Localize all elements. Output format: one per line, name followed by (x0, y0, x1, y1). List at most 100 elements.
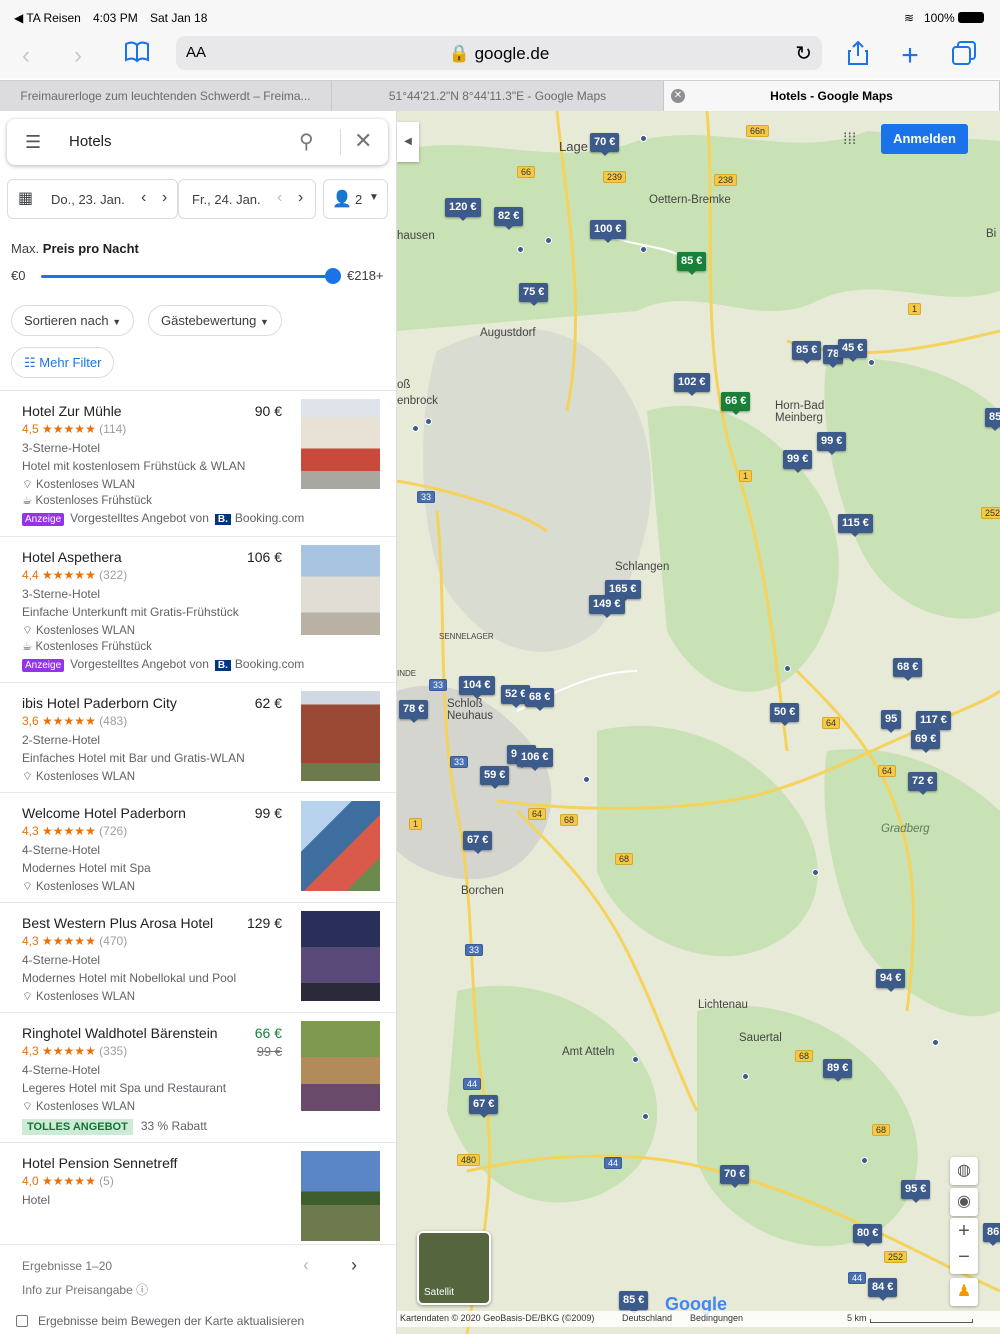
hotel-card[interactable]: Welcome Hotel Paderborn 99 € 4,3 ★★★★★ (… (0, 792, 396, 902)
map-marker-dot[interactable] (932, 1039, 939, 1046)
hotel-name[interactable]: Hotel Aspethera (22, 549, 122, 565)
collapse-panel-button[interactable]: ◀ (397, 122, 419, 162)
my-location-icon[interactable]: ◉ (950, 1188, 978, 1216)
hotel-name[interactable]: Ringhotel Waldhotel Bärenstein (22, 1025, 218, 1041)
close-icon[interactable]: ✕ (354, 128, 372, 154)
tabs-overview-icon[interactable] (948, 40, 980, 72)
map[interactable]: ◀ ⁞⁞⁞ Anmelden Lage Oettern-Bremke Augus… (397, 111, 1000, 1334)
price-pin[interactable]: 95 (881, 710, 902, 733)
price-pin[interactable]: 78 € (399, 700, 429, 723)
hotel-card[interactable]: ibis Hotel Paderborn City 62 € 3,6 ★★★★★… (0, 682, 396, 792)
zoom-in-button[interactable]: + (950, 1218, 978, 1244)
price-pin[interactable]: 82 € (494, 207, 524, 230)
price-pin[interactable]: 68 € (525, 688, 555, 711)
map-marker-dot[interactable] (812, 869, 819, 876)
price-pin[interactable]: 69 € (911, 730, 941, 753)
hotel-card[interactable]: Best Western Plus Arosa Hotel 129 € 4,3 … (0, 902, 396, 1012)
tab-coordinates[interactable]: 51°44'21.2"N 8°44'11.3"E - Google Maps (332, 81, 664, 111)
hotel-photo[interactable] (301, 691, 380, 781)
map-marker-dot[interactable] (412, 425, 419, 432)
price-pin[interactable]: 149 € (589, 595, 625, 618)
search-box[interactable]: ☰ Hotels ⚲ ✕ (7, 119, 388, 165)
chevron-right-icon[interactable]: › (162, 189, 167, 207)
price-pin[interactable]: 68 € (893, 658, 923, 681)
back-to-app[interactable]: ◀ TA Reisen (14, 11, 81, 25)
hotel-card[interactable]: Hotel Zur Mühle 90 € 4,5 ★★★★★ (114) 3-S… (0, 390, 396, 536)
hotel-card[interactable]: Ringhotel Waldhotel Bärenstein 66 € 99 €… (0, 1012, 396, 1142)
satellite-toggle[interactable]: Satellit (417, 1231, 491, 1305)
price-pin[interactable]: 95 € (901, 1180, 931, 1203)
map-marker-dot[interactable] (640, 246, 647, 253)
more-filters-chip[interactable]: ☷ Mehr Filter (11, 347, 115, 378)
sort-chip[interactable]: Sortieren nach ▼ (11, 305, 135, 336)
price-pin[interactable]: 84 € (868, 1278, 898, 1301)
price-pin[interactable]: 80 € (853, 1224, 883, 1247)
map-marker-dot[interactable] (640, 135, 647, 142)
price-pin[interactable]: 85 € (619, 1291, 649, 1314)
price-pin[interactable]: 85 € (677, 252, 707, 275)
hotel-card[interactable]: Hotel Pension Sennetreff 4,0 ★★★★★ (5) H… (0, 1142, 396, 1244)
search-input[interactable]: Hotels (69, 133, 112, 150)
reload-icon[interactable]: ↻ (795, 41, 812, 66)
price-pin[interactable]: 66 € (721, 392, 751, 415)
sign-in-button[interactable]: Anmelden (881, 124, 968, 154)
new-tab-icon[interactable]: + (894, 40, 926, 72)
tab-freimaurerloge[interactable]: Freimaurerloge zum leuchtenden Schwerdt … (0, 81, 332, 111)
search-icon[interactable]: ⚲ (299, 129, 314, 154)
hotel-name[interactable]: Welcome Hotel Paderborn (22, 805, 186, 821)
price-pin[interactable]: 99 € (817, 432, 847, 455)
hotel-photo[interactable] (301, 911, 380, 1001)
hotel-photo[interactable] (301, 1151, 380, 1241)
hotel-name[interactable]: ibis Hotel Paderborn City (22, 695, 177, 711)
checkin-date[interactable]: ▦ Do., 23. Jan. ‹ › (7, 179, 178, 219)
price-pin[interactable]: 104 € (459, 676, 495, 699)
url-text[interactable]: 🔒 google.de (176, 44, 822, 64)
map-marker-dot[interactable] (784, 665, 791, 672)
checkout-date[interactable]: Fr., 24. Jan. ‹ › (178, 179, 316, 219)
map-marker-dot[interactable] (742, 1073, 749, 1080)
price-pin[interactable]: 70 € (720, 1165, 750, 1188)
map-marker-dot[interactable] (861, 1157, 868, 1164)
hotel-photo[interactable] (301, 801, 380, 891)
price-pin[interactable]: 100 € (590, 220, 626, 243)
map-marker-dot[interactable] (642, 1113, 649, 1120)
price-pin[interactable]: 115 € (838, 514, 873, 537)
chevron-right-icon[interactable]: › (351, 1255, 357, 1276)
hotel-card[interactable]: Hotel Aspethera 106 € 4,4 ★★★★★ (322) 3-… (0, 536, 396, 682)
hotel-photo[interactable] (301, 1021, 380, 1111)
price-pin[interactable]: 94 € (876, 969, 906, 992)
zoom-out-button[interactable]: − (950, 1244, 978, 1270)
map-marker-dot[interactable] (425, 418, 432, 425)
hotel-photo[interactable] (301, 399, 380, 489)
map-marker-dot[interactable] (583, 776, 590, 783)
apps-grid-icon[interactable]: ⁞⁞⁞ (843, 131, 856, 149)
terms-link[interactable]: Bedingungen (690, 1313, 743, 1323)
globe-icon[interactable]: ◍ (950, 1157, 978, 1185)
ad-line[interactable]: Anzeige Vorgestelltes Angebot von B. Bookin… (22, 657, 304, 672)
price-pin[interactable]: 72 € (908, 772, 938, 795)
menu-icon[interactable]: ☰ (25, 132, 41, 153)
guests-selector[interactable]: 👤 2 ▼ (323, 179, 388, 219)
pegman-icon[interactable]: ♟ (950, 1278, 978, 1306)
map-marker-dot[interactable] (868, 359, 875, 366)
chevron-right-icon[interactable]: › (298, 189, 303, 207)
price-pin[interactable]: 106 € (517, 748, 553, 771)
chevron-left-icon[interactable]: ‹ (141, 189, 146, 207)
rating-chip[interactable]: Gästebewertung ▼ (148, 305, 282, 336)
price-pin[interactable]: 86 (983, 1223, 1000, 1246)
price-pin[interactable]: 70 € (590, 133, 620, 156)
address-bar[interactable]: AA 🔒 google.de ↻ (176, 36, 822, 70)
hotel-name[interactable]: Hotel Pension Sennetreff (22, 1155, 177, 1171)
map-marker-dot[interactable] (517, 246, 524, 253)
tab-hotels[interactable]: Hotels - Google Maps (664, 81, 1000, 111)
price-pin[interactable]: 75 € (519, 283, 549, 306)
price-pin[interactable]: 50 € (770, 703, 800, 726)
price-info-link[interactable]: Info zur Preisangabe ⓘ (22, 1281, 148, 1298)
map-marker-dot[interactable] (545, 237, 552, 244)
price-pin[interactable]: 89 € (823, 1059, 853, 1082)
price-slider-thumb[interactable] (325, 268, 341, 284)
ad-line[interactable]: Anzeige Vorgestelltes Angebot von B. Bookin… (22, 511, 304, 526)
back-icon[interactable]: ‹ (10, 40, 42, 72)
hotel-photo[interactable] (301, 545, 380, 635)
price-slider-track[interactable] (41, 275, 333, 278)
